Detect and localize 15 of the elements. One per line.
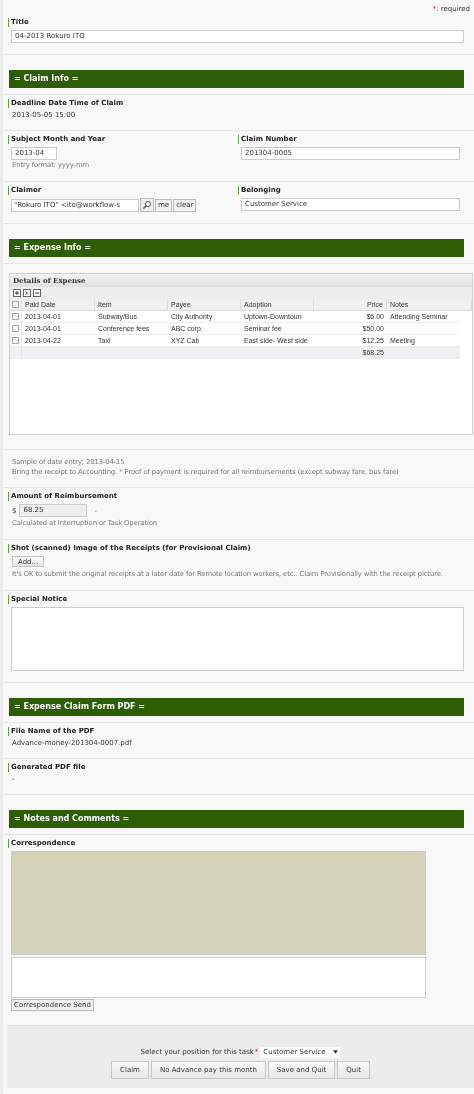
row-checkbox[interactable] bbox=[12, 325, 19, 332]
section-header: = Expense Info = bbox=[9, 239, 464, 257]
arrow-icon[interactable] bbox=[23, 289, 31, 297]
notice-textarea[interactable] bbox=[11, 607, 464, 671]
remove-icon[interactable] bbox=[33, 289, 41, 297]
comment-textarea[interactable] bbox=[11, 957, 426, 998]
add-icon[interactable] bbox=[13, 289, 21, 297]
select-all-checkbox[interactable] bbox=[12, 301, 19, 308]
section-header: = Expense Claim Form PDF = bbox=[9, 698, 464, 716]
section-header: = Notes and Comments = bbox=[9, 810, 464, 828]
row-checkbox[interactable] bbox=[12, 337, 19, 344]
row-checkbox[interactable] bbox=[12, 313, 19, 320]
section-header: = Claim Info = bbox=[9, 70, 464, 88]
caret-icon[interactable] bbox=[333, 1050, 339, 1054]
search-icon[interactable] bbox=[140, 198, 154, 212]
